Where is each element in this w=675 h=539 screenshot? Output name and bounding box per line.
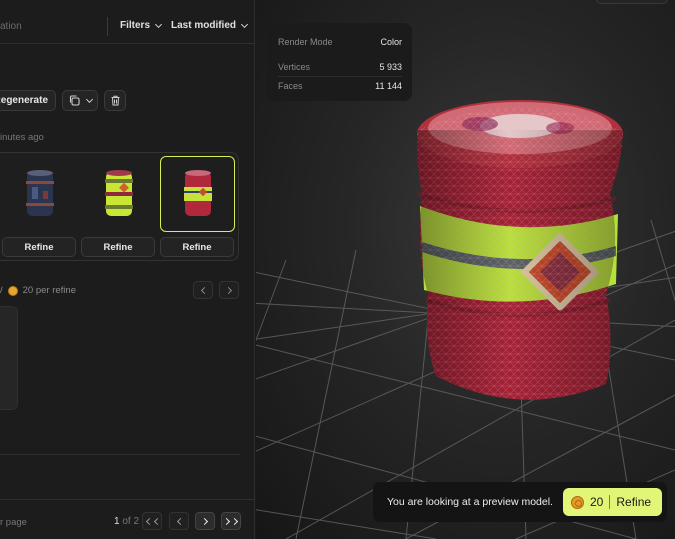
chevron-down-icon [240, 20, 249, 28]
sort-dropdown[interactable]: Last modified [171, 20, 249, 31]
render-mode-value[interactable]: Color [380, 37, 402, 47]
preview-notice-text: You are looking at a preview model. [387, 496, 553, 508]
next-page-button[interactable] [195, 512, 215, 530]
refine-cost-info: / 20 per refine [0, 285, 76, 296]
copy-icon [69, 95, 80, 106]
chevron-right-icon [224, 286, 232, 294]
filters-dropdown[interactable]: Filters [120, 20, 163, 31]
faces-label: Faces [278, 81, 303, 91]
section-divider [0, 454, 240, 455]
faces-value: 11 144 [375, 81, 402, 91]
refine-label: Refine [24, 241, 54, 253]
header-button[interactable] [596, 0, 668, 4]
chevron-right-icon [200, 517, 208, 525]
variant-refine-button-1[interactable]: Refine [2, 237, 76, 257]
generation-card[interactable] [0, 306, 18, 410]
model-viewport[interactable]: Render Mode Color Vertices 5 933 Faces 1… [256, 0, 675, 539]
first-page-button[interactable] [142, 512, 162, 530]
variant-thumbnail-3[interactable] [160, 156, 235, 232]
refine-model-button[interactable]: 20 Refine [563, 488, 662, 516]
button-divider [609, 495, 611, 509]
vertices-value: 5 933 [379, 62, 402, 72]
sort-label: Last modified [171, 20, 237, 31]
carousel-prev-button[interactable] [193, 281, 213, 299]
barrel-preview-image [104, 170, 133, 216]
render-mode-row[interactable]: Render Mode Color [278, 37, 402, 47]
vertices-row: Vertices 5 933 [278, 62, 402, 72]
refine-label: Refine [103, 241, 133, 253]
pagination-footer: r page 1 of 2 [0, 499, 254, 539]
cost-text: 20 per refine [22, 285, 76, 296]
refine-cost: 20 [590, 495, 604, 509]
refine-label: Refine [182, 241, 212, 253]
preview-notice-bar: You are looking at a preview model. 20 R… [373, 482, 667, 522]
carousel-next-button[interactable] [219, 281, 239, 299]
panel-toolbar: ation Filters Last modified [0, 0, 254, 44]
chevron-down-icon [85, 95, 93, 103]
chevrons-left-icon [153, 517, 161, 525]
credit-coin-icon [7, 285, 18, 296]
refine-button-label: Refine [616, 495, 652, 509]
prev-page-button[interactable] [169, 512, 189, 530]
barrel-preview-image [25, 170, 54, 216]
vertices-label: Vertices [278, 62, 311, 72]
chevrons-right-icon [230, 517, 238, 525]
total-pages: of 2 [122, 516, 140, 527]
per-page-label: r page [0, 517, 27, 528]
chevrons-right-icon [222, 517, 230, 525]
cost-separator: / [0, 285, 3, 296]
page-indicator: 1 of 2 [114, 516, 139, 527]
search-input[interactable]: ation [0, 21, 22, 32]
chevron-left-icon [176, 517, 184, 525]
variant-refine-button-2[interactable]: Refine [81, 237, 155, 257]
variant-refine-button-3[interactable]: Refine [160, 237, 234, 257]
variant-thumbnail-2[interactable] [81, 156, 156, 232]
variant-thumbnail-1[interactable] [2, 156, 77, 232]
chevron-left-icon [200, 286, 208, 294]
barrel-preview-image [183, 170, 212, 216]
credit-coin-icon [571, 495, 584, 509]
generation-panel: ation Filters Last modified Regenerate i… [0, 0, 255, 539]
faces-row: Faces 11 144 [278, 81, 402, 91]
duplicate-menu-button[interactable] [62, 90, 98, 111]
model-info-panel: Render Mode Color Vertices 5 933 Faces 1… [267, 23, 412, 101]
chevron-down-icon [154, 20, 163, 28]
current-page: 1 [114, 516, 120, 527]
filters-label: Filters [120, 20, 151, 31]
trash-icon [111, 95, 119, 106]
last-page-button[interactable] [221, 512, 241, 530]
regenerate-button[interactable]: Regenerate [0, 90, 56, 111]
barrel-3d-model [417, 100, 623, 400]
regenerate-label: Regenerate [0, 95, 48, 106]
variant-group: Refine Refine Refine [0, 152, 239, 261]
delete-button[interactable] [104, 90, 126, 111]
generation-timestamp: inutes ago [0, 132, 44, 143]
info-divider [278, 76, 402, 77]
render-mode-label: Render Mode [278, 37, 333, 47]
chevrons-left-icon [145, 517, 153, 525]
toolbar-divider [107, 17, 108, 36]
